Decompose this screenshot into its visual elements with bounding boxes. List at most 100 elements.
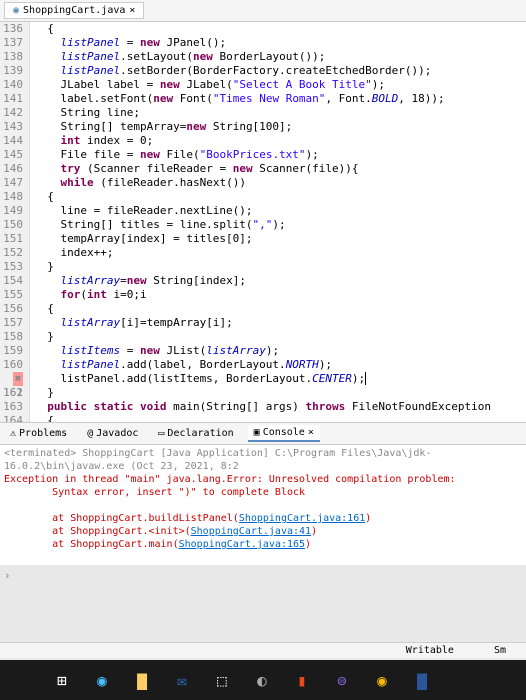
line-number: 162 [2, 386, 23, 400]
line-number: 163 [2, 400, 23, 414]
line-number: 148 [2, 190, 23, 204]
mail-icon[interactable]: ✉ [168, 666, 196, 694]
code-line[interactable]: listPanel.add(label, BorderLayout.NORTH)… [34, 358, 522, 372]
status-bar: Writable Sm [0, 642, 526, 658]
code-line[interactable]: listItems = new JList(listArray); [34, 344, 522, 358]
console-stack-line: at ShoppingCart.<init>(ShoppingCart.java… [4, 525, 522, 538]
declaration-icon: ▭ [158, 428, 164, 439]
stack-link[interactable]: ShoppingCart.java:41 [191, 526, 311, 537]
code-line[interactable]: listArray=new String[index]; [34, 274, 522, 288]
eclipse2-icon[interactable]: ⊜ [328, 666, 356, 694]
chrome-icon[interactable]: ◉ [368, 666, 396, 694]
line-number: 150 [2, 218, 23, 232]
code-line[interactable]: listArray[i]=tempArray[i]; [34, 316, 522, 330]
code-line[interactable]: int index = 0; [34, 134, 522, 148]
editor-tab-bar: ◉ ShoppingCart.java × [0, 0, 526, 22]
line-number: 159 [2, 344, 23, 358]
explorer-icon[interactable]: ▇ [128, 666, 156, 694]
tab-declaration[interactable]: ▭Declaration [152, 425, 239, 442]
problems-icon: ⚠ [10, 428, 16, 439]
code-line[interactable]: File file = new File("BookPrices.txt"); [34, 148, 522, 162]
stack-link[interactable]: ShoppingCart.java:161 [239, 513, 365, 524]
line-number: 157 [2, 316, 23, 330]
line-number: 136 [2, 22, 23, 36]
line-number: 154 [2, 274, 23, 288]
chevron-right-icon[interactable]: › [0, 565, 526, 586]
code-line[interactable]: } [34, 330, 522, 344]
code-line[interactable]: label.setFont(new Font("Times New Roman"… [34, 92, 522, 106]
console-error-line: Syntax error, insert ")" to complete Blo… [4, 486, 522, 499]
code-line[interactable]: String[] titles = line.split(","); [34, 218, 522, 232]
edge-icon[interactable]: ◉ [88, 666, 116, 694]
code-line[interactable]: JLabel label = new JLabel("Select A Book… [34, 78, 522, 92]
eclipse-icon[interactable]: ◐ [248, 666, 276, 694]
close-icon[interactable]: × [308, 427, 314, 438]
console-stack-line: at ShoppingCart.buildListPanel(ShoppingC… [4, 512, 522, 525]
error-marker-icon: ✖ [13, 372, 23, 386]
bottom-panel-tabs: ⚠Problems @Javadoc ▭Declaration ▣Console… [0, 422, 526, 445]
code-line[interactable]: { [34, 190, 522, 204]
line-number: 156 [2, 302, 23, 316]
code-line[interactable]: for(int i=0;i [34, 288, 522, 302]
code-line[interactable]: public static void main(String[] args) t… [34, 400, 522, 414]
line-number: 149 [2, 204, 23, 218]
console-error-line: Exception in thread "main" java.lang.Err… [4, 473, 522, 486]
word-icon[interactable]: ▇ [408, 666, 436, 694]
code-line[interactable]: String line; [34, 106, 522, 120]
code-area[interactable]: { listPanel = new JPanel(); listPanel.se… [30, 22, 526, 422]
code-line[interactable]: { [34, 302, 522, 316]
code-line[interactable]: try (Scanner fileReader = new Scanner(fi… [34, 162, 522, 176]
line-number: 140 [2, 78, 23, 92]
javadoc-icon: @ [87, 428, 93, 439]
line-number: 155 [2, 288, 23, 302]
status-writable: Writable [406, 645, 454, 656]
console-process-header: <terminated> ShoppingCart [Java Applicat… [4, 447, 522, 473]
office-icon[interactable]: ▮ [288, 666, 316, 694]
tab-filename: ShoppingCart.java [23, 5, 125, 16]
code-line[interactable]: index++; [34, 246, 522, 260]
line-number: 141 [2, 92, 23, 106]
code-line[interactable]: listPanel.setBorder(BorderFactory.create… [34, 64, 522, 78]
console-output[interactable]: <terminated> ShoppingCart [Java Applicat… [0, 445, 526, 565]
line-number: 137 [2, 36, 23, 50]
line-number: 152 [2, 246, 23, 260]
code-line[interactable]: } [34, 260, 522, 274]
console-stack-line: at ShoppingCart.main(ShoppingCart.java:1… [4, 538, 522, 551]
circle-icon[interactable] [8, 666, 36, 694]
dropbox-icon[interactable]: ⬚ [208, 666, 236, 694]
line-number: 144 [2, 134, 23, 148]
code-line[interactable]: { [34, 414, 522, 422]
line-number: 160 [2, 358, 23, 372]
code-line[interactable]: listPanel.add(listItems, BorderLayout.CE… [34, 372, 522, 386]
task-view-icon[interactable]: ⊞ [48, 666, 76, 694]
line-number: 153 [2, 260, 23, 274]
tab-console[interactable]: ▣Console × [248, 425, 320, 442]
line-number: 146 [2, 162, 23, 176]
line-number: 139 [2, 64, 23, 78]
tab-problems[interactable]: ⚠Problems [4, 425, 73, 442]
stack-link[interactable]: ShoppingCart.java:165 [179, 539, 305, 550]
java-file-icon: ◉ [13, 5, 19, 16]
tab-javadoc[interactable]: @Javadoc [81, 425, 144, 442]
code-line[interactable]: while (fileReader.hasNext()) [34, 176, 522, 190]
code-line[interactable]: { [34, 22, 522, 36]
code-line[interactable]: String[] tempArray=new String[100]; [34, 120, 522, 134]
line-number: 158 [2, 330, 23, 344]
console-error-line [4, 499, 522, 512]
line-number: 143 [2, 120, 23, 134]
code-line[interactable]: } [34, 386, 522, 400]
code-line[interactable]: listPanel = new JPanel(); [34, 36, 522, 50]
code-line[interactable]: listPanel.setLayout(new BorderLayout()); [34, 50, 522, 64]
line-number: 164 [2, 414, 23, 422]
line-number: ✖161 [2, 372, 23, 386]
file-tab[interactable]: ◉ ShoppingCart.java × [4, 2, 144, 19]
windows-taskbar: ⊞ ◉ ▇ ✉ ⬚ ◐ ▮ ⊜ ◉ ▇ [0, 660, 526, 700]
line-number: 147 [2, 176, 23, 190]
line-number: 151 [2, 232, 23, 246]
tab-dirty-marker: × [129, 5, 135, 16]
status-mode: Sm [494, 645, 506, 656]
code-line[interactable]: tempArray[index] = titles[0]; [34, 232, 522, 246]
code-line[interactable]: line = fileReader.nextLine(); [34, 204, 522, 218]
code-editor[interactable]: 1361371381391401411421431441451461471481… [0, 22, 526, 422]
line-number: 138 [2, 50, 23, 64]
